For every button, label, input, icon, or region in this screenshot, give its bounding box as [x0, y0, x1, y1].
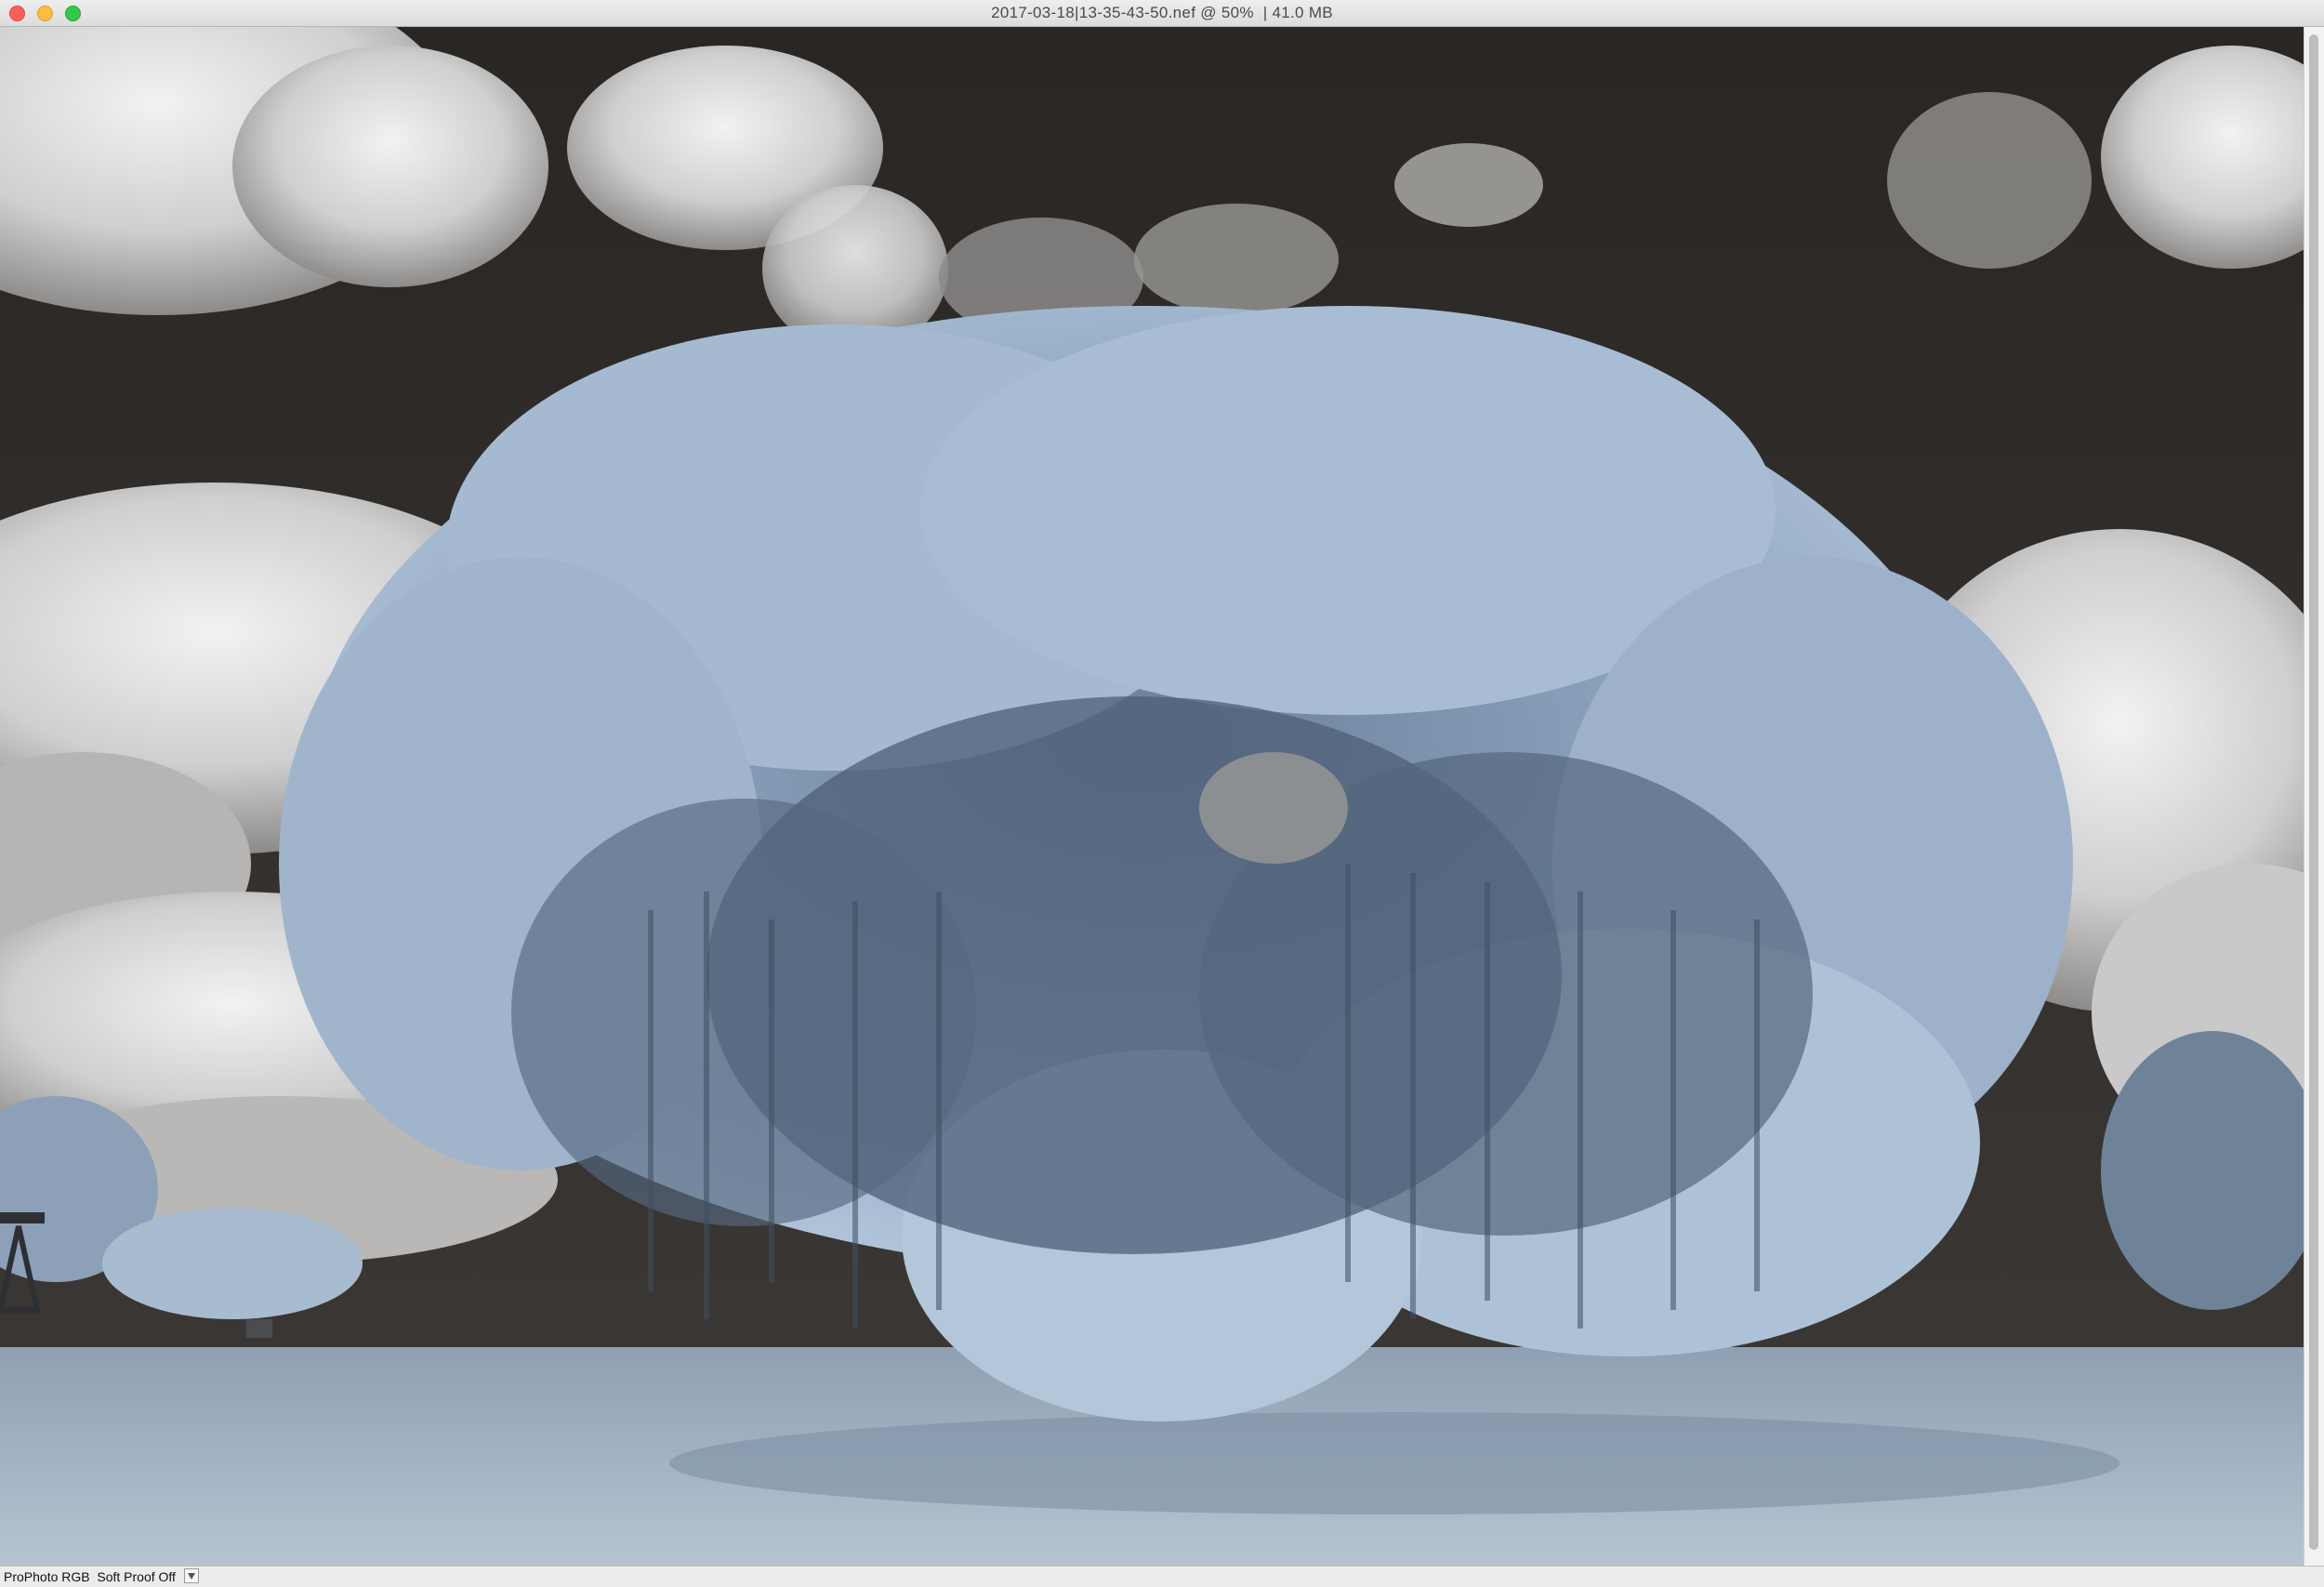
tree-shadow: [669, 1412, 2119, 1514]
color-profile-status: ProPhoto RGB Soft Proof Off: [4, 1569, 176, 1584]
title-bar[interactable]: 2017-03-18|13-35-43-50.nef @ 50% | 41.0 …: [0, 0, 2324, 27]
triangle-down-icon[interactable]: [184, 1568, 199, 1583]
scrollbar-thumb[interactable]: [2309, 34, 2318, 1550]
photo-editor-window: 2017-03-18|13-35-43-50.nef @ 50% | 41.0 …: [0, 0, 2324, 1587]
image-canvas[interactable]: [0, 27, 2304, 1566]
infrared-tree-photo: [0, 27, 2304, 1566]
status-bar: ProPhoto RGB Soft Proof Off: [0, 1566, 2324, 1587]
vertical-scrollbar[interactable]: [2304, 27, 2324, 1566]
window-title: 2017-03-18|13-35-43-50.nef @ 50% | 41.0 …: [991, 4, 1333, 21]
